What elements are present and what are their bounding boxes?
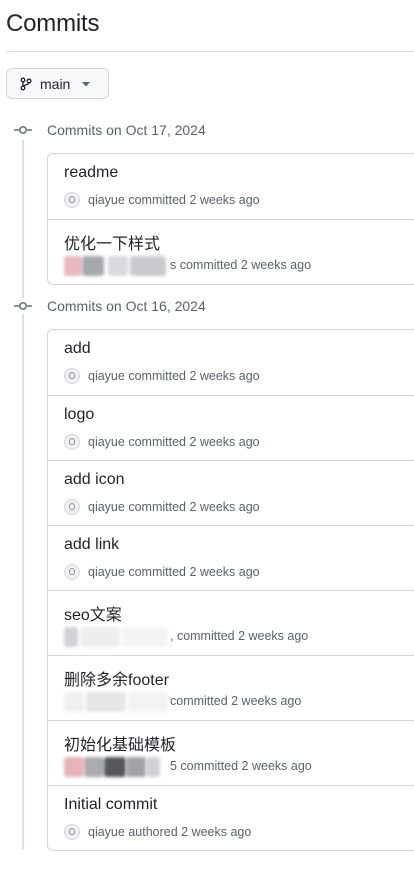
git-commit-icon [14, 126, 32, 134]
commit-message-link[interactable]: 删除多余footer [64, 666, 169, 690]
timeline-line [22, 140, 24, 849]
commit-row[interactable]: add qiayue committed 2 weeks ago [48, 330, 414, 395]
commit-row[interactable]: logo qiayue committed 2 weeks ago [48, 395, 414, 460]
page-title: Commits [6, 10, 100, 37]
commit-meta: 5 committed 2 weeks ago [64, 755, 312, 777]
commit-row[interactable]: add link qiayue committed 2 weeks ago [48, 525, 414, 590]
commit-message-link[interactable]: add icon [64, 471, 125, 489]
commit-group-heading: Commits on Oct 17, 2024 [14, 122, 206, 138]
commit-meta: qiayue committed 2 weeks ago [64, 192, 260, 208]
commit-row[interactable]: add icon qiayue committed 2 weeks ago [48, 460, 414, 525]
avatar[interactable] [64, 192, 80, 208]
commit-message-link[interactable]: readme [64, 164, 118, 182]
commit-message-link[interactable]: 优化一下样式 [64, 230, 160, 254]
git-branch-icon [20, 77, 32, 90]
commit-message-link[interactable]: 初始化基础模板 [64, 731, 176, 755]
commit-author-link[interactable]: qiayue [88, 193, 125, 207]
commit-author-link[interactable]: qiayue [88, 435, 125, 449]
commit-time-text: committed 2 weeks ago [128, 435, 260, 449]
commit-meta: qiayue committed 2 weeks ago [64, 499, 260, 515]
commit-message-link[interactable]: Initial commit [64, 796, 157, 814]
commit-row[interactable]: 优化一下样式 s committed 2 weeks ago [48, 219, 414, 284]
commit-time-text: committed 2 weeks ago [128, 500, 260, 514]
branch-selector-button[interactable]: main [6, 68, 109, 99]
commit-list: add qiayue committed 2 weeks ago logo qi… [47, 329, 414, 851]
commit-time-text: authored 2 weeks ago [128, 825, 252, 839]
avatar[interactable] [64, 368, 80, 384]
commit-author-link[interactable]: qiayue [88, 369, 125, 383]
commit-author-link[interactable]: qiayue [88, 500, 125, 514]
commit-list: readme qiayue committed 2 weeks ago 优化一下… [47, 153, 414, 285]
commit-time-text: , committed 2 weeks ago [170, 629, 309, 643]
commit-meta: committed 2 weeks ago [64, 690, 301, 712]
commit-row[interactable]: 初始化基础模板 5 committed 2 weeks ago [48, 720, 414, 785]
redacted-author-blur [64, 755, 168, 777]
commit-message-link[interactable]: seo文案 [64, 601, 122, 625]
title-divider [6, 51, 414, 52]
commit-time-text: committed 2 weeks ago [170, 694, 302, 708]
commit-row[interactable]: 删除多余footer committed 2 weeks ago [48, 655, 414, 720]
commit-message-link[interactable]: logo [64, 406, 94, 424]
git-commit-icon [14, 302, 32, 310]
commit-meta: qiayue committed 2 weeks ago [64, 564, 260, 580]
commit-author-link[interactable]: qiayue [88, 565, 125, 579]
commit-row[interactable]: Initial commit qiayue authored 2 weeks a… [48, 785, 414, 850]
commit-meta: qiayue authored 2 weeks ago [64, 824, 251, 840]
commit-group-heading: Commits on Oct 16, 2024 [14, 298, 206, 314]
commit-message-link[interactable]: add [64, 340, 91, 358]
commit-time-text: committed 2 weeks ago [128, 193, 260, 207]
avatar[interactable] [64, 824, 80, 840]
commit-meta: qiayue committed 2 weeks ago [64, 434, 260, 450]
commit-time-text: committed 2 weeks ago [128, 565, 260, 579]
commit-meta: s committed 2 weeks ago [64, 254, 311, 276]
commit-message-link[interactable]: add link [64, 536, 119, 554]
branch-label: main [40, 75, 71, 92]
commit-meta: qiayue committed 2 weeks ago [64, 368, 260, 384]
commit-time-text: committed 2 weeks ago [128, 369, 260, 383]
redacted-author-blur [64, 625, 168, 647]
commit-row[interactable]: readme qiayue committed 2 weeks ago [48, 154, 414, 219]
redacted-author-blur [64, 254, 168, 276]
commit-group-date: Commits on Oct 17, 2024 [47, 122, 206, 138]
commit-time-text: 5 committed 2 weeks ago [170, 759, 312, 773]
redacted-author-blur [64, 690, 168, 712]
avatar[interactable] [64, 434, 80, 450]
commit-meta: , committed 2 weeks ago [64, 625, 308, 647]
avatar[interactable] [64, 499, 80, 515]
commit-row[interactable]: seo文案 , committed 2 weeks ago [48, 590, 414, 655]
commit-group-date: Commits on Oct 16, 2024 [47, 298, 206, 314]
commit-author-link[interactable]: qiayue [88, 825, 125, 839]
triangle-down-icon [82, 81, 91, 86]
avatar[interactable] [64, 564, 80, 580]
commit-time-text: s committed 2 weeks ago [170, 258, 312, 272]
